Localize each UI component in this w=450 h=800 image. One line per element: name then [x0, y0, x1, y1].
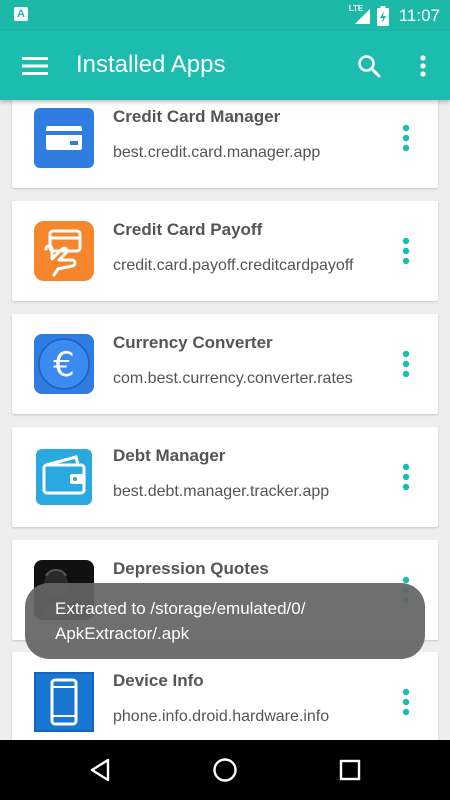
app-name: Depression Quotes [113, 559, 269, 578]
overflow-menu-button[interactable] [402, 45, 444, 87]
status-bar: A LTE 11:07 [0, 0, 450, 31]
status-icons: LTE 11:07 [349, 0, 440, 31]
app-card[interactable]: Device Info phone.info.droid.hardware.in… [12, 652, 438, 740]
app-options-button[interactable] [392, 336, 420, 392]
app-options-button[interactable] [392, 449, 420, 505]
more-vert-icon [402, 124, 410, 152]
phone-icon [32, 670, 96, 734]
toast-message: Extracted to /storage/emulated/0/ ApkExt… [25, 583, 425, 659]
wallet-icon [32, 445, 96, 509]
battery-charging-icon [376, 5, 389, 26]
app-card[interactable]: Credit Card Manager best.credit.card.man… [12, 100, 438, 188]
menu-button[interactable] [14, 45, 56, 87]
home-icon [213, 758, 237, 782]
page-title: Installed Apps [76, 51, 226, 78]
app-bar: Installed Apps [0, 31, 450, 100]
more-vert-icon [402, 350, 410, 378]
notification-icon: A [14, 7, 28, 21]
app-options-button[interactable] [392, 674, 420, 730]
more-vert-icon [420, 55, 426, 77]
status-time: 11:07 [398, 5, 440, 25]
app-card[interactable]: Credit Card Payoff credit.card.payoff.cr… [12, 201, 438, 301]
network-label: LTE [348, 3, 364, 13]
app-package: best.credit.card.manager.app [113, 144, 321, 161]
app-name: Debt Manager [113, 446, 226, 465]
app-card[interactable]: Debt Manager best.debt.manager.tracker.a… [12, 427, 438, 527]
more-vert-icon [402, 463, 410, 491]
app-package: phone.info.droid.hardware.info [113, 708, 330, 725]
app-package: com.best.currency.converter.rates [113, 370, 353, 387]
hand-card-icon [32, 219, 96, 283]
svg-text:€: € [53, 345, 75, 385]
app-name: Credit Card Manager [113, 107, 281, 126]
back-icon [90, 758, 110, 782]
recents-button[interactable] [325, 745, 375, 795]
recents-icon [339, 759, 361, 781]
app-package: credit.card.payoff.creditcardpayoff [113, 257, 354, 274]
search-icon [358, 55, 381, 78]
app-name: Currency Converter [113, 333, 273, 352]
search-button[interactable] [348, 45, 390, 87]
app-card[interactable]: € Currency Converter com.best.currency.c… [12, 314, 438, 414]
app-name: Device Info [113, 671, 204, 690]
signal-icon: LTE [349, 4, 371, 25]
app-options-button[interactable] [392, 110, 420, 166]
credit-card-icon [32, 106, 96, 170]
app-options-button[interactable] [392, 223, 420, 279]
more-vert-icon [402, 237, 410, 265]
back-button[interactable] [75, 745, 125, 795]
home-button[interactable] [200, 745, 250, 795]
app-package: best.debt.manager.tracker.app [113, 483, 330, 500]
menu-icon [22, 57, 48, 75]
app-name: Credit Card Payoff [113, 220, 263, 239]
more-vert-icon [402, 688, 410, 716]
navigation-bar [0, 740, 450, 800]
euro-icon: € [32, 332, 96, 396]
